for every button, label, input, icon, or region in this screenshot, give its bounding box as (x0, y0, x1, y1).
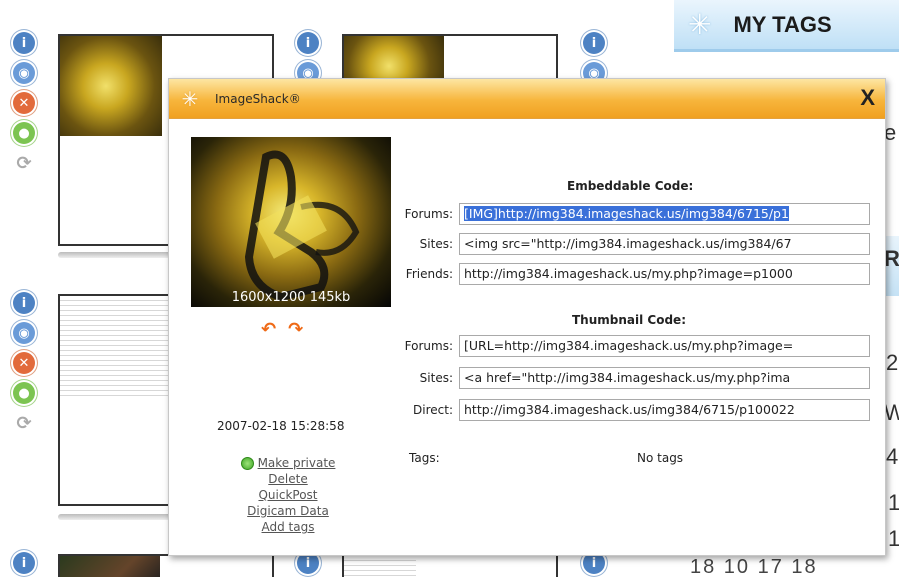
forums-label: Forums: (404, 207, 453, 221)
make-private-link[interactable]: Make private (258, 455, 336, 471)
info-icon[interactable]: i (295, 30, 321, 56)
dialog-title: ImageShack® (215, 91, 301, 106)
quickpost-link[interactable]: QuickPost (258, 487, 317, 503)
tags-value: No tags (637, 451, 684, 465)
view-icon[interactable]: ◉ (11, 320, 37, 346)
imageshack-dialog: ✳ ImageShack® X 1600x1200 145kb ↶ ↷ 2007… (168, 78, 886, 556)
delete-icon[interactable]: ✕ (11, 350, 37, 376)
info-icon[interactable]: i (11, 550, 37, 576)
thumbnail-image (60, 36, 162, 136)
view-icon[interactable]: ◉ (11, 60, 37, 86)
embed-sites-field[interactable]: <img src="http://img384.imageshack.us/im… (459, 233, 870, 255)
close-button[interactable]: X (860, 85, 875, 111)
imageshack-logo-icon: ✳ (181, 86, 199, 111)
thumb-sites-field[interactable]: <a href="http://img384.imageshack.us/my.… (459, 367, 870, 389)
add-tags-link[interactable]: Add tags (262, 519, 315, 535)
thumbnail-image (344, 556, 416, 577)
tags-label: Tags: (409, 451, 440, 465)
make-private-row: Make private (240, 455, 336, 471)
thumb-toolbar-7: i (6, 550, 42, 576)
digicam-data-link[interactable]: Digicam Data (247, 503, 329, 519)
preview-artwork (244, 150, 360, 302)
sites-label: Sites: (419, 237, 453, 251)
public-status-icon[interactable]: ● (11, 120, 37, 146)
forums-label: Forums: (404, 339, 453, 353)
rotate-buttons: ↶ ↷ (261, 319, 303, 340)
thumb-toolbar-4: i ◉ ✕ ● ⟳ (6, 290, 42, 436)
rotate-icon[interactable]: ⟳ (11, 150, 37, 176)
calendar-row: 18 10 17 18 (690, 556, 818, 577)
rotate-left-icon[interactable]: ↶ (261, 319, 276, 340)
side-text: W (884, 400, 899, 425)
thumbnail-7[interactable] (58, 554, 274, 577)
embed-forums-field[interactable]: [IMG]http://img384.imageshack.us/img384/… (459, 203, 870, 225)
sites-label: Sites: (419, 371, 453, 385)
info-icon[interactable]: i (11, 290, 37, 316)
public-status-icon[interactable]: ● (11, 380, 37, 406)
image-preview[interactable]: 1600x1200 145kb (191, 137, 391, 307)
imageshack-logo-icon: ✳ (688, 8, 712, 41)
image-dimensions: 1600x1200 145kb (231, 290, 351, 305)
direct-label: Direct: (413, 403, 453, 417)
thumbnail-image (60, 556, 160, 577)
upload-date: 2007-02-18 15:28:58 (217, 419, 345, 433)
side-text: 1 (888, 490, 899, 515)
thumb-toolbar-1: i ◉ ✕ ● ⟳ (6, 30, 42, 176)
rotate-icon[interactable]: ⟳ (11, 410, 37, 436)
dialog-titlebar[interactable]: ✳ ImageShack® X (169, 79, 885, 119)
side-text: R (884, 246, 899, 271)
thumbnail-image (60, 296, 168, 400)
public-status-icon (240, 456, 254, 470)
image-actions: Make private Delete QuickPost Digicam Da… (229, 455, 347, 535)
thumbnail-8[interactable] (342, 554, 558, 577)
friends-label: Friends: (405, 267, 453, 281)
side-text: 4 (886, 444, 899, 469)
embeddable-code-title: Embeddable Code: (567, 179, 694, 193)
embed-friends-field[interactable]: http://img384.imageshack.us/my.php?image… (459, 263, 870, 285)
delete-icon[interactable]: ✕ (11, 90, 37, 116)
info-icon[interactable]: i (11, 30, 37, 56)
info-icon[interactable]: i (581, 30, 607, 56)
thumb-forums-field[interactable]: [URL=http://img384.imageshack.us/my.php?… (459, 335, 870, 357)
side-text: 1 (888, 526, 899, 551)
my-tags-title: MY TAGS (733, 11, 832, 37)
thumbnail-code-title: Thumbnail Code: (572, 313, 686, 327)
embed-forums-value: [IMG]http://img384.imageshack.us/img384/… (464, 206, 789, 221)
side-text: 2 (886, 350, 899, 375)
rotate-right-icon[interactable]: ↷ (288, 319, 303, 340)
thumb-direct-field[interactable]: http://img384.imageshack.us/img384/6715/… (459, 399, 870, 421)
my-tags-header: ✳ MY TAGS (674, 0, 899, 52)
delete-link[interactable]: Delete (268, 471, 307, 487)
